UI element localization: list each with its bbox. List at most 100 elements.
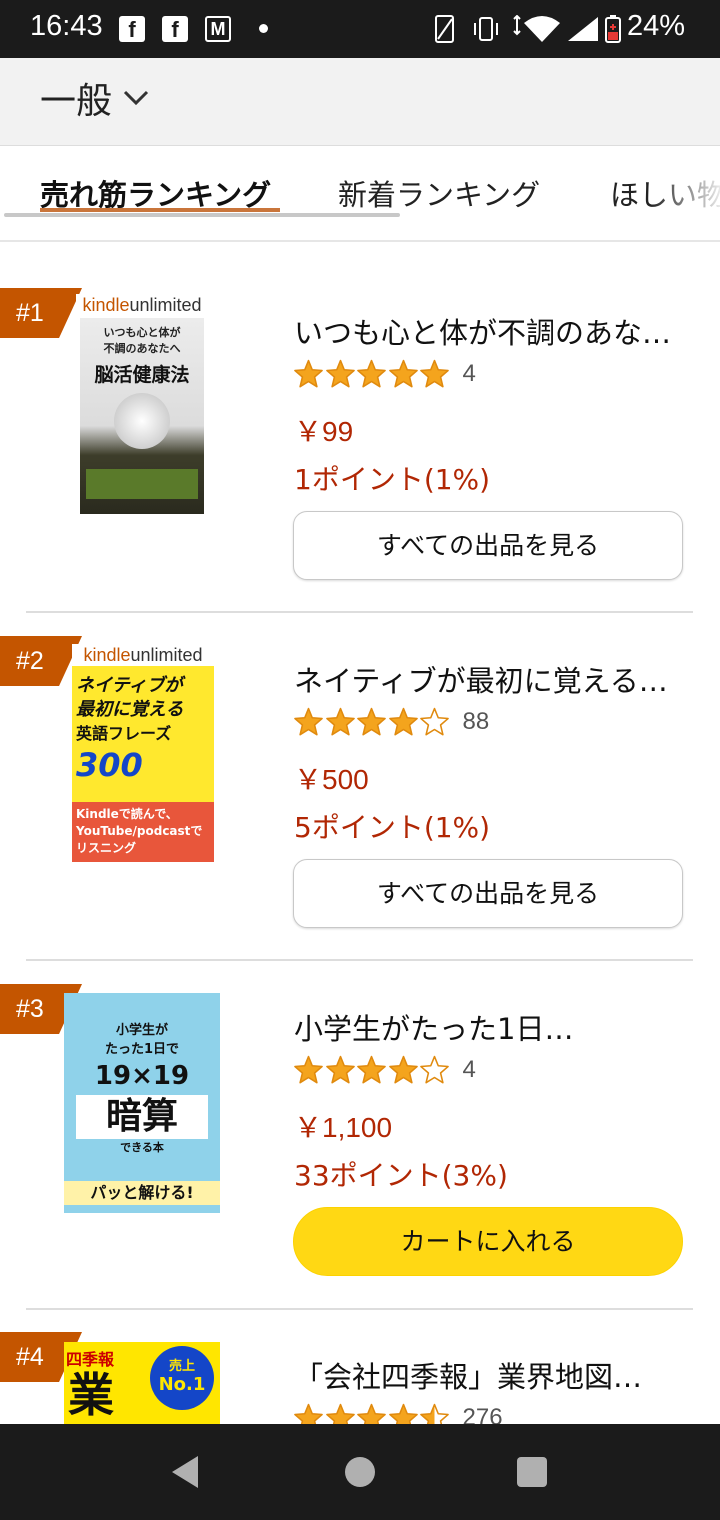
- review-count: 276: [462, 1403, 503, 1425]
- see-all-offers-button[interactable]: すべての出品を見る: [293, 859, 683, 928]
- more-notifications-icon: [259, 24, 268, 33]
- cover-band: Kindleで読んで、 YouTube/podcastで リスニング: [72, 802, 214, 862]
- cover-text: 英語フレーズ: [76, 724, 172, 743]
- cover-text: YouTube/podcastで: [76, 824, 203, 838]
- recents-icon[interactable]: [517, 1457, 547, 1487]
- book-cover[interactable]: kindleunlimited ネイティブが 最初に覚える 英語フレーズ 300…: [72, 644, 214, 866]
- ranking-item[interactable]: #1 kindleunlimited いつも心と体が 不調のあなたへ 脳活健康法…: [0, 242, 720, 590]
- cover-text: 最初に覚える: [76, 699, 184, 720]
- star-icons: [293, 358, 451, 389]
- battery-icon: [605, 15, 621, 43]
- add-to-cart-button[interactable]: カートに入れる: [293, 1207, 683, 1276]
- star-full-icon: [325, 359, 355, 388]
- signal-icon: [568, 17, 598, 41]
- star-full-icon: [357, 1403, 386, 1424]
- back-icon[interactable]: [172, 1456, 198, 1488]
- star-full-icon: [357, 707, 386, 736]
- ranking-item[interactable]: #3 小学生が たった1日で 19×19 暗算 できる本 パッと解ける! 小学生…: [0, 938, 720, 1286]
- star-full-icon: [325, 1403, 355, 1424]
- tab-fade: [650, 146, 720, 240]
- star-full-icon: [388, 359, 418, 388]
- cover-text: 小学生が: [115, 1023, 168, 1038]
- active-tab-indicator: [40, 208, 280, 212]
- chevron-down-icon: [123, 90, 149, 106]
- product-title[interactable]: 「会社四季報」業界地図…: [294, 1354, 694, 1396]
- battery-percent: 24%: [627, 10, 686, 42]
- status-time: 16:43: [30, 10, 103, 42]
- book-cover[interactable]: 小学生が たった1日で 19×19 暗算 できる本 パッと解ける!: [64, 993, 220, 1213]
- category-header: 一般: [0, 58, 720, 146]
- category-dropdown[interactable]: 一般: [40, 72, 150, 124]
- screen-off-icon: [435, 15, 454, 43]
- points: 33ポイント(3%): [294, 1159, 508, 1192]
- wifi-icon: [513, 15, 560, 42]
- ranking-item[interactable]: #4 四季報 業 売上 No.1 「会社四季報」業界地図… 276: [0, 1286, 720, 1424]
- price: ￥500: [294, 764, 369, 795]
- tab-scrollbar[interactable]: [4, 213, 400, 217]
- book-cover[interactable]: kindleunlimited いつも心と体が 不調のあなたへ 脳活健康法: [76, 294, 208, 518]
- rank-badge: #2: [0, 636, 82, 686]
- price: ￥1,100: [294, 1112, 393, 1143]
- logo-text-kindle: kindle: [82, 295, 130, 315]
- star-rating[interactable]: 4: [293, 358, 476, 389]
- brain-illustration: [114, 393, 170, 449]
- cover-title: 暗算: [76, 1095, 208, 1139]
- home-icon[interactable]: [345, 1457, 375, 1487]
- star-rating[interactable]: 88: [293, 706, 489, 737]
- sales-badge: 売上 No.1: [150, 1346, 214, 1410]
- cover-art: ネイティブが 最初に覚える 英語フレーズ 300 Kindleで読んで、 You…: [72, 666, 214, 862]
- see-all-offers-button[interactable]: すべての出品を見る: [293, 511, 683, 580]
- cover-title: 19×19: [94, 1061, 190, 1091]
- ranking-tabs: 売れ筋ランキング 新着ランキング ほしい物: [0, 146, 720, 242]
- points: 1ポイント(1%): [294, 463, 491, 496]
- star-rating[interactable]: 276: [293, 1402, 503, 1424]
- star-half-icon: [420, 1403, 449, 1424]
- cover-text: リスニング: [76, 841, 137, 855]
- rank-badge: #1: [0, 288, 82, 338]
- badge-text: No.1: [158, 1374, 206, 1395]
- product-title[interactable]: 小学生がたった1日…: [294, 1006, 694, 1048]
- cover-title: 脳活健康法: [94, 364, 190, 386]
- star-full-icon: [294, 1403, 323, 1424]
- system-nav-bar: [0, 1424, 720, 1520]
- gmail-notification-icon: M: [205, 16, 231, 42]
- review-count: 88: [462, 707, 490, 735]
- cover-text: たった1日で: [104, 1042, 180, 1057]
- star-full-icon: [388, 1055, 418, 1084]
- logo-text-kindle: kindle: [83, 645, 131, 665]
- book-cover[interactable]: 四季報 業 売上 No.1: [64, 1342, 220, 1424]
- price: ￥99: [294, 416, 354, 447]
- star-rating[interactable]: 4: [293, 1054, 476, 1085]
- category-label: 一般: [40, 81, 113, 122]
- cover-text: Kindleで読んで、: [76, 807, 178, 821]
- ranking-item[interactable]: #2 kindleunlimited ネイティブが 最初に覚える 英語フレーズ …: [0, 590, 720, 938]
- cover-text: いつも心と体が: [103, 326, 181, 339]
- star-full-icon: [294, 1055, 323, 1084]
- star-full-icon: [388, 707, 418, 736]
- facebook-notification-icon: f: [119, 16, 145, 42]
- vibrate-icon: [474, 17, 498, 41]
- cover-text: ネイティブが: [76, 675, 183, 696]
- points: 5ポイント(1%): [294, 811, 491, 844]
- star-icons: [293, 706, 451, 737]
- star-icons: [293, 1402, 451, 1424]
- logo-text-unlimited: unlimited: [130, 645, 203, 665]
- cover-band: [86, 469, 198, 499]
- tab-new-releases[interactable]: 新着ランキング: [338, 172, 540, 214]
- status-bar: 16:43 f f M 24%: [0, 0, 720, 58]
- logo-text-unlimited: unlimited: [129, 295, 202, 315]
- star-full-icon: [325, 1055, 355, 1084]
- product-title[interactable]: ネイティブが最初に覚える…: [294, 658, 694, 700]
- facebook-notification-icon: f: [162, 16, 188, 42]
- star-empty-icon: [420, 707, 449, 736]
- star-full-icon: [388, 1403, 418, 1424]
- star-empty-icon: [420, 1055, 449, 1084]
- review-count: 4: [462, 359, 476, 387]
- star-full-icon: [325, 707, 355, 736]
- cover-art: いつも心と体が 不調のあなたへ 脳活健康法: [80, 318, 204, 514]
- kindle-unlimited-logo: kindleunlimited: [76, 294, 208, 316]
- star-full-icon: [294, 359, 323, 388]
- star-full-icon: [357, 1055, 386, 1084]
- cover-text: できる本: [120, 1141, 164, 1154]
- product-title[interactable]: いつも心と体が不調のあな…: [294, 310, 694, 352]
